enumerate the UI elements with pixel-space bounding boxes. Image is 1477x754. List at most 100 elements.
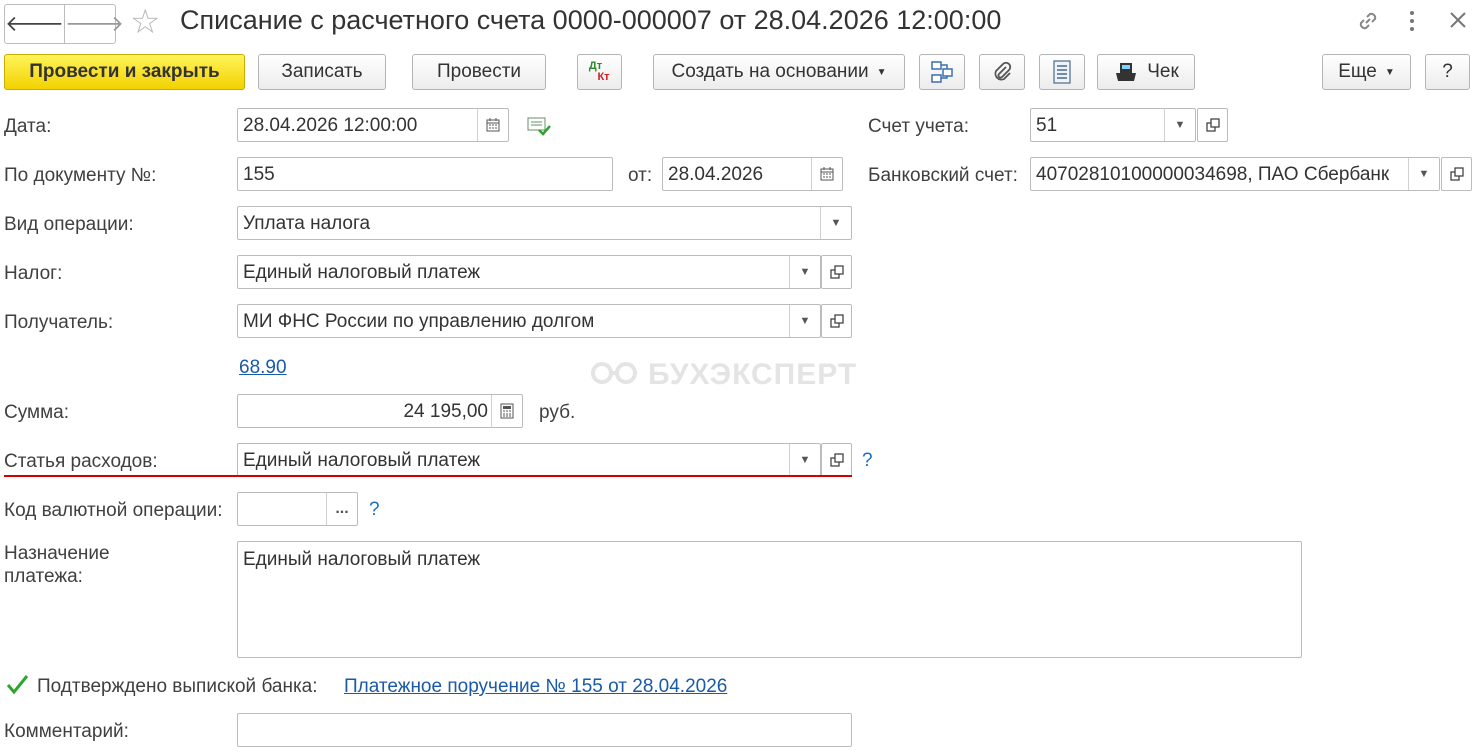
- comment-field[interactable]: [237, 713, 852, 747]
- recipient-open-button[interactable]: [821, 304, 852, 338]
- tax-value: Единый налоговый платеж: [243, 262, 481, 283]
- open-icon: [829, 314, 844, 328]
- help-button[interactable]: ?: [1425, 54, 1470, 90]
- expense-item-open-button[interactable]: [821, 443, 852, 477]
- watermark-text: БУХЭКСПЕРТ: [648, 358, 858, 391]
- calculator-icon: [500, 403, 514, 419]
- tax-label: Налог:: [4, 263, 63, 284]
- recipient-value: МИ ФНС России по управлению долгом: [243, 311, 595, 332]
- operation-label: Вид операции:: [4, 214, 134, 235]
- calendar-icon: [486, 118, 500, 132]
- expense-item-field[interactable]: Единый налоговый платеж ▼: [237, 443, 821, 477]
- currency-operation-field[interactable]: ...: [237, 492, 358, 526]
- favorite-star-icon[interactable]: ☆: [130, 2, 160, 42]
- structure-icon: [931, 61, 953, 83]
- currency-operation-label: Код валютной операции:: [4, 500, 223, 521]
- cheque-button[interactable]: Чек: [1097, 54, 1195, 90]
- recipient-dropdown-button[interactable]: ▼: [789, 305, 820, 337]
- recipient-field[interactable]: МИ ФНС России по управлению долгом ▼: [237, 304, 821, 338]
- payment-order-link[interactable]: Платежное поручение № 155 от 28.04.2026: [344, 676, 727, 698]
- glasses-icon: [590, 359, 638, 393]
- recipient-label: Получатель:: [4, 312, 114, 333]
- calculator-button[interactable]: [491, 395, 522, 427]
- post-and-close-button[interactable]: Провести и закрыть: [4, 54, 245, 90]
- create-based-on-label: Создать на основании: [671, 61, 869, 82]
- operation-dropdown-button[interactable]: ▼: [820, 207, 851, 239]
- select-button[interactable]: ...: [326, 493, 357, 525]
- doc-number-label: По документу №:: [4, 165, 157, 186]
- link-icon[interactable]: [1355, 8, 1381, 40]
- checkmark-icon: [6, 675, 29, 695]
- currency-label: руб.: [539, 402, 576, 423]
- save-button[interactable]: Записать: [258, 54, 386, 90]
- arrow-left-icon: 🡐: [5, 11, 64, 36]
- list-report-icon: [1053, 60, 1071, 84]
- open-icon: [829, 453, 844, 467]
- calendar-button[interactable]: [811, 158, 842, 190]
- dt-kt-button[interactable]: Дт Кт: [577, 54, 622, 90]
- purpose-textarea[interactable]: Единый налоговый платеж: [237, 541, 1302, 658]
- more-label: Еще: [1338, 61, 1377, 82]
- operation-value: Уплата налога: [243, 213, 371, 234]
- bank-account-value: 40702810100000034698, ПАО Сбербанк: [1036, 164, 1390, 185]
- dropdown-arrow-icon: ▼: [1384, 66, 1395, 78]
- cash-register-icon: [1116, 63, 1137, 81]
- account-dropdown-button[interactable]: ▼: [1164, 109, 1195, 141]
- bank-account-open-button[interactable]: [1441, 157, 1472, 191]
- bank-account-field[interactable]: 40702810100000034698, ПАО Сбербанк ▼: [1030, 157, 1440, 191]
- kebab-menu-icon[interactable]: [1407, 9, 1417, 39]
- doc-number-field[interactable]: 155: [237, 157, 613, 191]
- calendar-button[interactable]: [477, 109, 508, 141]
- confirmed-label: Подтверждено выпиской банка:: [37, 676, 318, 697]
- window-title: Списание с расчетного счета 0000-000007 …: [180, 5, 1002, 35]
- more-button[interactable]: Еще ▼: [1322, 54, 1411, 90]
- calendar-icon: [820, 167, 834, 181]
- dropdown-arrow-icon: ▼: [799, 315, 811, 327]
- date-field[interactable]: 28.04.2026 12:00:00: [237, 108, 509, 142]
- create-based-on-button[interactable]: Создать на основании ▼: [653, 54, 905, 90]
- attach-button[interactable]: [979, 54, 1025, 90]
- nav-buttons: 🡐 🡒: [4, 4, 124, 44]
- account-open-button[interactable]: [1197, 108, 1228, 142]
- open-icon: [829, 265, 844, 279]
- doc-number-value: 155: [243, 164, 275, 185]
- sum-field[interactable]: 24 195,00: [237, 394, 523, 428]
- watermark-logo: БУХЭКСПЕРТ: [590, 358, 857, 393]
- bank-account-dropdown-button[interactable]: ▼: [1408, 158, 1439, 190]
- expense-item-label: Статья расходов:: [4, 451, 158, 472]
- expense-item-dropdown-button[interactable]: ▼: [789, 444, 820, 476]
- sum-value: 24 195,00: [403, 401, 488, 422]
- ellipsis-label: ...: [335, 500, 349, 517]
- purpose-label-line2: платежа:: [4, 566, 83, 587]
- tax-field[interactable]: Единый налоговый платеж ▼: [237, 255, 821, 289]
- dropdown-arrow-icon: ▼: [799, 454, 811, 466]
- structure-button[interactable]: [919, 54, 965, 90]
- open-icon: [1205, 118, 1220, 132]
- forward-button[interactable]: 🡒: [64, 5, 124, 43]
- settlement-account-link[interactable]: 68.90: [239, 357, 287, 379]
- confirmed-checkbox[interactable]: [4, 672, 30, 698]
- doc-date-field[interactable]: 28.04.2026: [662, 157, 843, 191]
- expense-item-value: Единый налоговый платеж: [243, 450, 481, 471]
- dropdown-arrow-icon: ▼: [876, 66, 887, 78]
- expense-help-icon[interactable]: ?: [862, 450, 873, 472]
- post-button[interactable]: Провести: [412, 54, 546, 90]
- tax-dropdown-button[interactable]: ▼: [789, 256, 820, 288]
- dt-kt-icon-bottom: Кт: [597, 71, 610, 83]
- account-field[interactable]: 51 ▼: [1030, 108, 1196, 142]
- account-value: 51: [1036, 115, 1058, 136]
- doc-from-label: от:: [628, 165, 653, 186]
- sum-label: Сумма:: [4, 402, 69, 423]
- doc-date-value: 28.04.2026: [668, 164, 764, 185]
- currency-operation-help-icon[interactable]: ?: [369, 499, 380, 521]
- comment-label: Комментарий:: [4, 721, 129, 742]
- dropdown-arrow-icon: ▼: [1418, 168, 1430, 180]
- date-label: Дата:: [4, 116, 52, 137]
- operation-field[interactable]: Уплата налога ▼: [237, 206, 852, 240]
- back-button[interactable]: 🡐: [5, 5, 64, 43]
- dropdown-arrow-icon: ▼: [799, 266, 811, 278]
- report-button[interactable]: [1039, 54, 1085, 90]
- date-value: 28.04.2026 12:00:00: [243, 115, 418, 136]
- tax-open-button[interactable]: [821, 255, 852, 289]
- close-icon[interactable]: [1448, 10, 1468, 36]
